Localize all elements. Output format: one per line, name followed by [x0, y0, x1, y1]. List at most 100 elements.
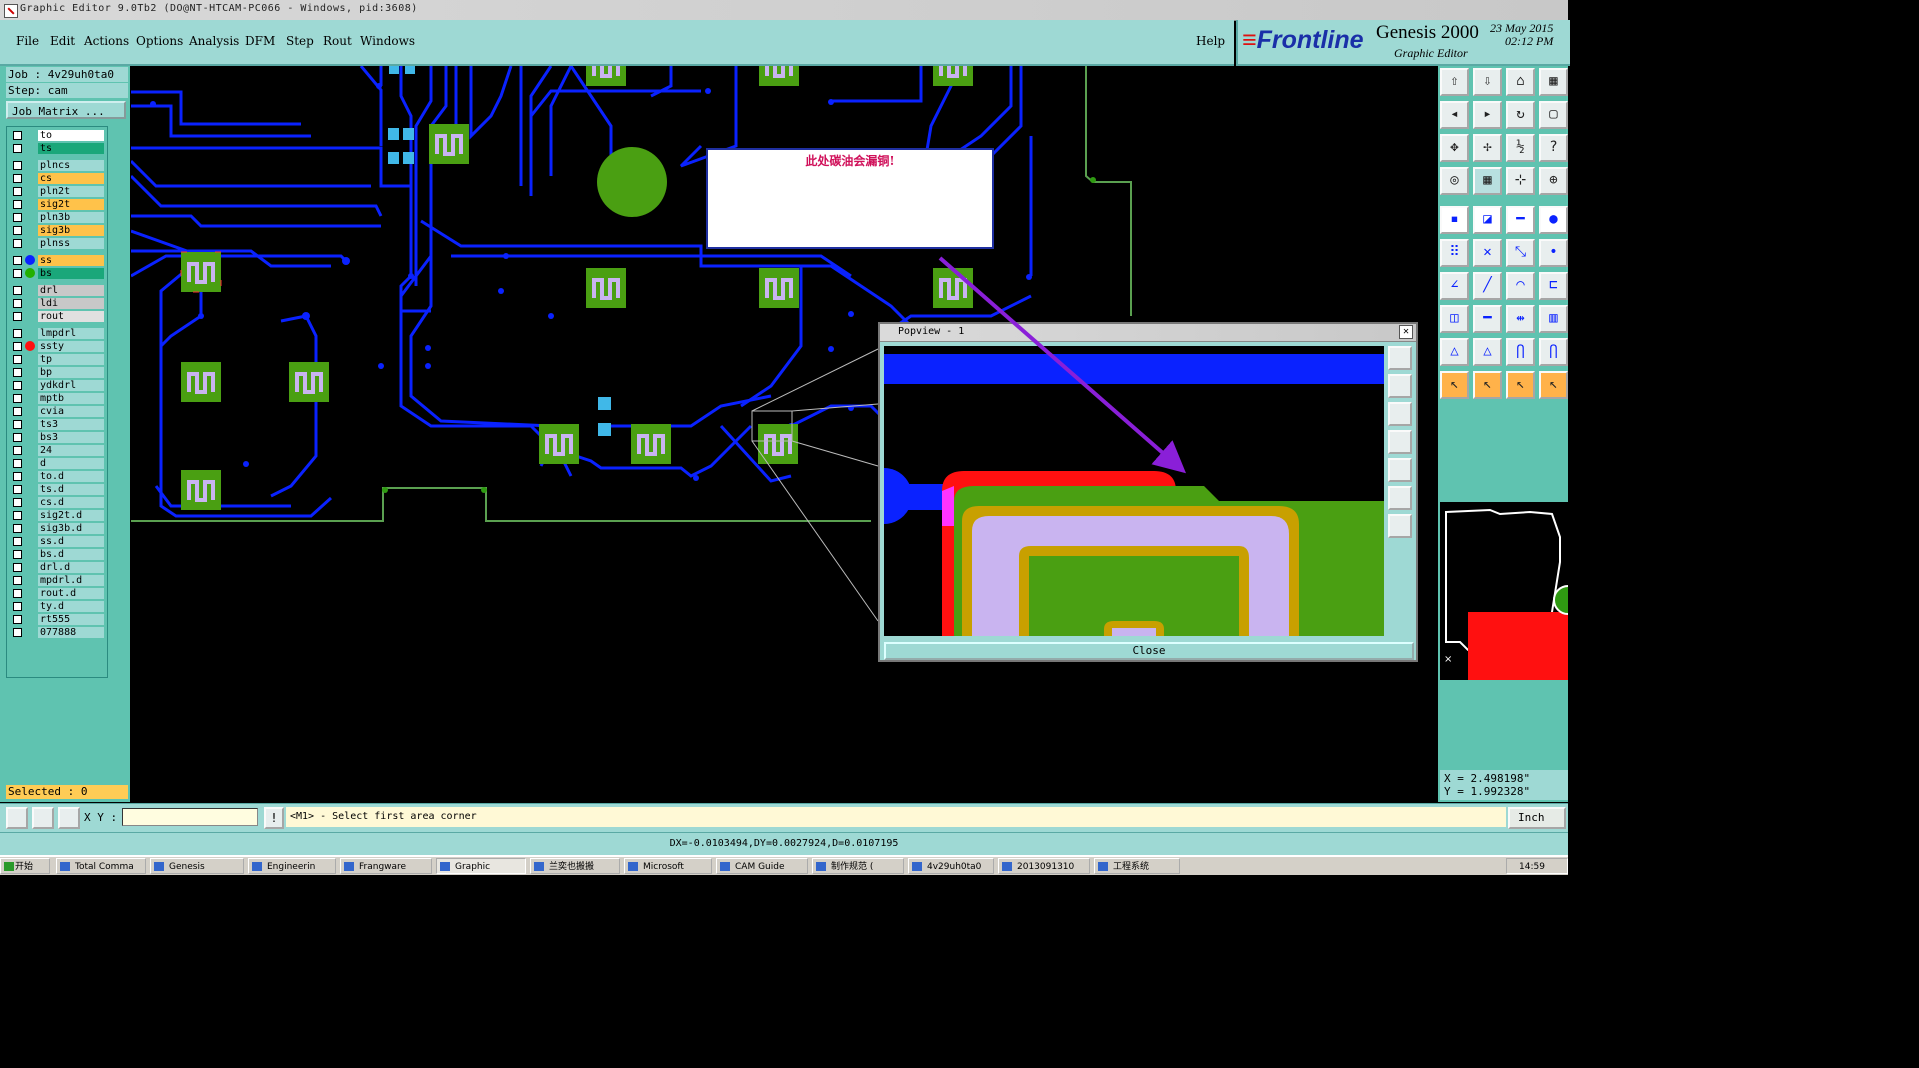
- layer-checkbox[interactable]: [13, 213, 22, 222]
- layer-checkbox[interactable]: [13, 589, 22, 598]
- minimap[interactable]: ×: [1440, 502, 1583, 684]
- layer-checkbox[interactable]: [13, 524, 22, 533]
- menu-edit[interactable]: Edit: [50, 34, 75, 48]
- layer-checkbox[interactable]: [13, 433, 22, 442]
- triangle-icon[interactable]: △: [1473, 338, 1502, 366]
- measure-icon[interactable]: [32, 807, 54, 829]
- layer-row[interactable]: drl.d: [9, 562, 105, 573]
- layer-checkbox[interactable]: [13, 200, 22, 209]
- layer-checkbox[interactable]: [13, 498, 22, 507]
- measure-icon[interactable]: ◎: [1440, 167, 1469, 195]
- taskbar-item[interactable]: Graphic: [436, 858, 526, 874]
- xy-input[interactable]: [122, 808, 258, 826]
- menu-step[interactable]: Step: [286, 34, 314, 48]
- layer-row[interactable]: bs3: [9, 432, 105, 443]
- layer-checkbox[interactable]: [13, 381, 22, 390]
- layer-checkbox[interactable]: [13, 174, 22, 183]
- layer-row[interactable]: ts.d: [9, 484, 105, 495]
- save-icon[interactable]: ⇩: [1473, 68, 1502, 96]
- layer-name[interactable]: pln3b: [38, 212, 104, 223]
- layer-row[interactable]: rout.d: [9, 588, 105, 599]
- slash-icon[interactable]: ╱: [1473, 272, 1502, 300]
- layer-name[interactable]: sig2t.d: [38, 510, 104, 521]
- popview-close-icon[interactable]: ✕: [1399, 325, 1413, 339]
- layer-name[interactable]: pln2t: [38, 186, 104, 197]
- redraw-icon[interactable]: ↻: [1506, 101, 1535, 129]
- popview-title-bar[interactable]: Popview - 1 ✕: [880, 324, 1416, 342]
- layer-name[interactable]: d: [38, 458, 104, 469]
- layer-row[interactable]: cs: [9, 173, 105, 184]
- layer-row[interactable]: 077888: [9, 627, 105, 638]
- layers-icon[interactable]: ▦: [1539, 68, 1568, 96]
- layer-row[interactable]: to: [9, 130, 105, 141]
- fit-icon[interactable]: ✥: [1440, 134, 1469, 162]
- layer-name[interactable]: mpdrl.d: [38, 575, 104, 586]
- layer-name[interactable]: ts.d: [38, 484, 104, 495]
- menu-windows[interactable]: Windows: [360, 34, 415, 48]
- layer-name[interactable]: ssty: [38, 341, 104, 352]
- taskbar-item[interactable]: 4v29uh0ta0: [908, 858, 994, 874]
- popview-pan-right-icon[interactable]: [1388, 458, 1412, 482]
- layer-row[interactable]: ss.d: [9, 536, 105, 547]
- connect-icon[interactable]: ⤡: [1506, 239, 1535, 267]
- layer-row[interactable]: drl: [9, 285, 105, 296]
- layer-row[interactable]: ssty: [9, 341, 105, 352]
- layer-name[interactable]: tp: [38, 354, 104, 365]
- layer-row[interactable]: mptb: [9, 393, 105, 404]
- layer-name[interactable]: lmpdrl: [38, 328, 104, 339]
- arch-icon[interactable]: ⋂: [1506, 338, 1535, 366]
- layer-checkbox[interactable]: [13, 407, 22, 416]
- popview-center-icon[interactable]: [1388, 514, 1412, 538]
- layer-name[interactable]: rout.d: [38, 588, 104, 599]
- layer-checkbox[interactable]: [13, 550, 22, 559]
- layer-checkbox[interactable]: [13, 628, 22, 637]
- taskbar-item[interactable]: 2013091310: [998, 858, 1090, 874]
- taskbar-item[interactable]: CAM Guide: [716, 858, 808, 874]
- feature-icon[interactable]: ▪: [1440, 206, 1469, 234]
- layer-checkbox[interactable]: [13, 485, 22, 494]
- zoom-next-icon[interactable]: ▸: [1473, 101, 1502, 129]
- layer-checkbox[interactable]: [13, 269, 22, 278]
- cross-icon[interactable]: ✕: [1473, 239, 1502, 267]
- menu-analysis[interactable]: Analysis: [189, 34, 239, 48]
- menu-file[interactable]: File: [16, 34, 39, 48]
- layer-checkbox[interactable]: [13, 472, 22, 481]
- layer-checkbox[interactable]: [13, 131, 22, 140]
- pan-icon[interactable]: ✢: [1473, 134, 1502, 162]
- layer-name[interactable]: 077888: [38, 627, 104, 638]
- layer-name[interactable]: sig3b: [38, 225, 104, 236]
- popview-fit-icon[interactable]: [1388, 486, 1412, 510]
- layer-row[interactable]: cvia: [9, 406, 105, 417]
- taskbar-item[interactable]: 制作规范 (: [812, 858, 904, 874]
- layer-row[interactable]: lmpdrl: [9, 328, 105, 339]
- filled-arch-icon[interactable]: ⋂: [1539, 338, 1568, 366]
- layer-row[interactable]: pln3b: [9, 212, 105, 223]
- group-icon[interactable]: ▥: [1539, 305, 1568, 333]
- layer-checkbox[interactable]: [13, 420, 22, 429]
- layer-name[interactable]: ss: [38, 255, 104, 266]
- layer-name[interactable]: cvia: [38, 406, 104, 417]
- pointer-icon[interactable]: ↖: [1440, 371, 1469, 399]
- grid-icon[interactable]: [58, 807, 80, 829]
- node-icon[interactable]: ◫: [1440, 305, 1469, 333]
- layer-checkbox[interactable]: [13, 312, 22, 321]
- pointer-grid-icon[interactable]: ↖: [1539, 371, 1568, 399]
- layer-checkbox[interactable]: [13, 537, 22, 546]
- layer-name[interactable]: sig3b.d: [38, 523, 104, 534]
- angle-icon[interactable]: ∠: [1440, 272, 1469, 300]
- layer-name[interactable]: sig2t: [38, 199, 104, 210]
- layer-checkbox[interactable]: [13, 342, 22, 351]
- taskbar-item[interactable]: 工程系统: [1094, 858, 1180, 874]
- layer-row[interactable]: rout: [9, 311, 105, 322]
- layer-name[interactable]: drl.d: [38, 562, 104, 573]
- layer-name[interactable]: plncs: [38, 160, 104, 171]
- units-selector[interactable]: Inch: [1508, 807, 1566, 829]
- job-matrix-button[interactable]: Job Matrix ...: [6, 101, 126, 119]
- help-icon[interactable]: ?: [1539, 134, 1568, 162]
- layer-name[interactable]: to.d: [38, 471, 104, 482]
- taskbar-item[interactable]: Microsoft: [624, 858, 712, 874]
- layer-checkbox[interactable]: [13, 615, 22, 624]
- layer-checkbox[interactable]: [13, 286, 22, 295]
- layer-name[interactable]: drl: [38, 285, 104, 296]
- layer-name[interactable]: mptb: [38, 393, 104, 404]
